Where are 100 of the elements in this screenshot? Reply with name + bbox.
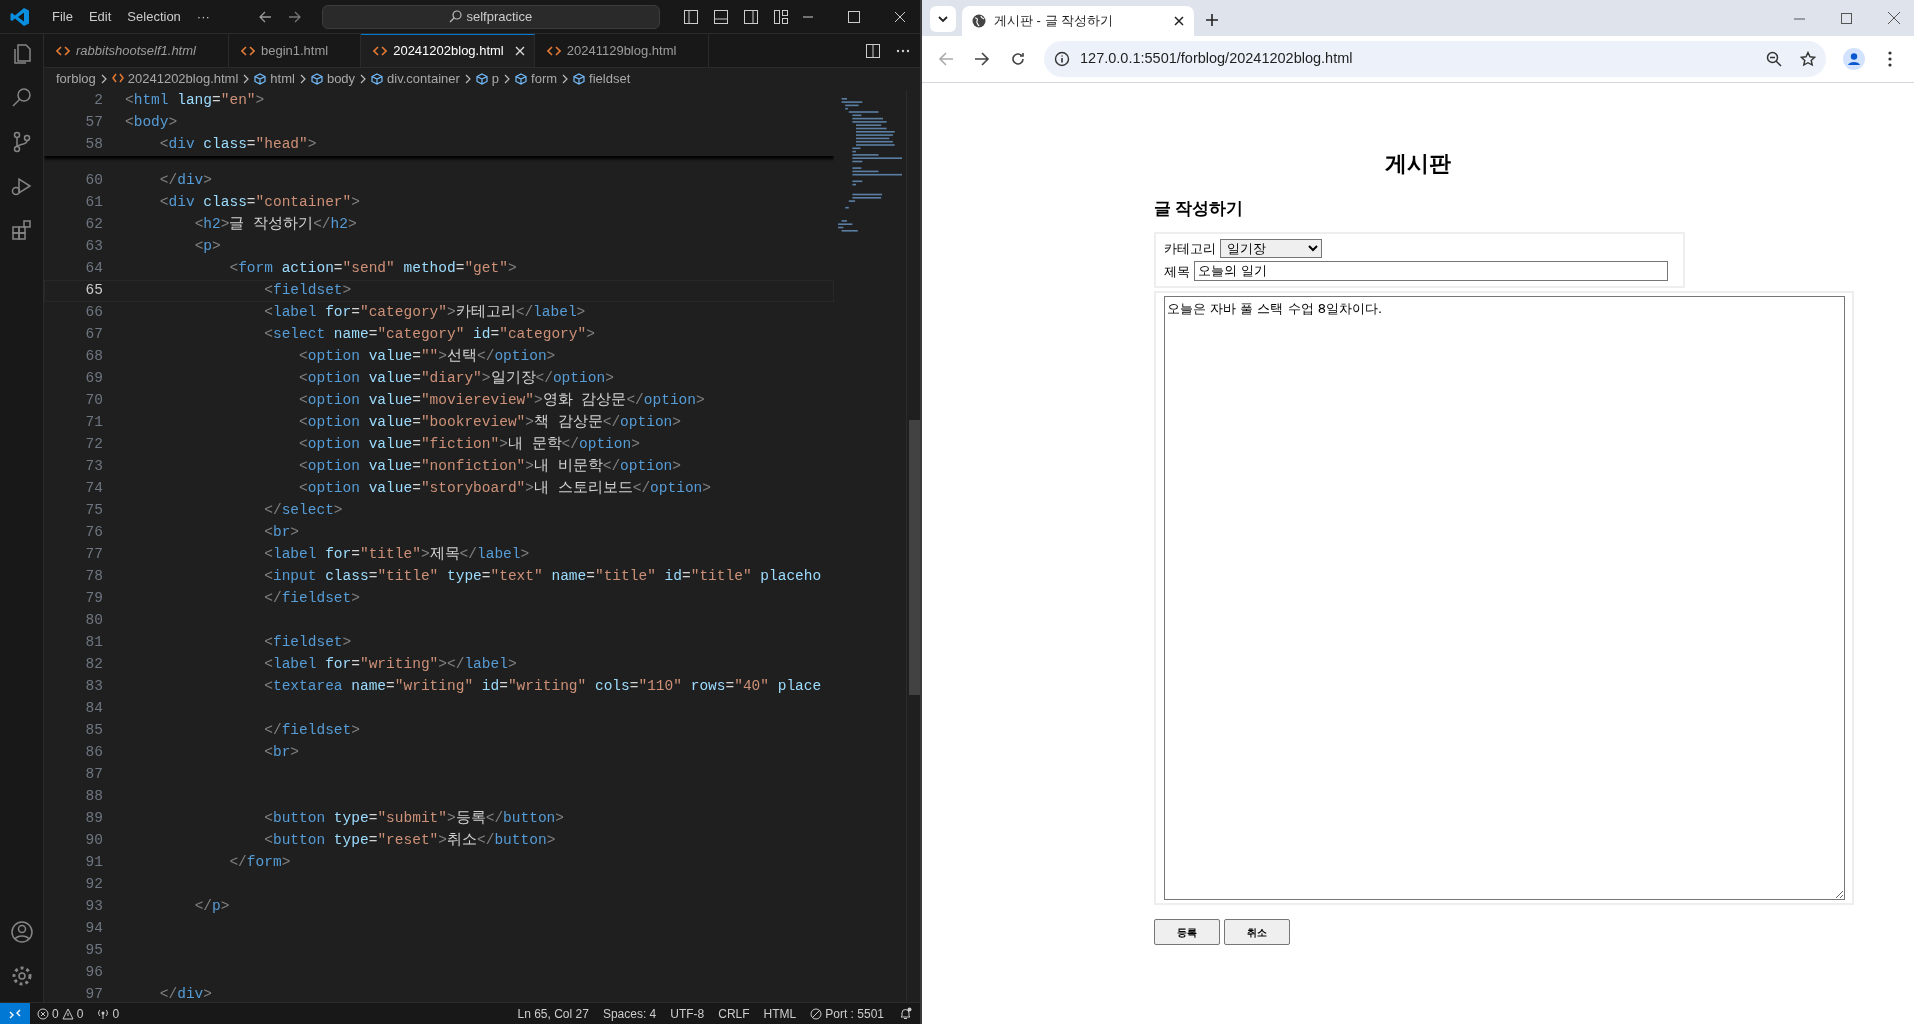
- code-line: </form>: [228, 853, 291, 873]
- line-number: 80: [84, 611, 104, 631]
- globe-icon: [972, 14, 986, 28]
- layout-secondary-sidebar-icon[interactable]: [744, 9, 758, 24]
- menu-item[interactable]: Edit: [80, 6, 120, 27]
- submit-button[interactable]: 등록: [1154, 919, 1220, 946]
- code-line: <label for="title">제목</label>: [263, 545, 530, 565]
- bell-icon[interactable]: [899, 1007, 912, 1020]
- warning-count[interactable]: 0: [76, 1004, 84, 1023]
- error-count[interactable]: 0: [52, 1004, 59, 1023]
- line-number: 93: [84, 897, 104, 917]
- back-arrow-icon[interactable]: [257, 9, 272, 24]
- browser-tab[interactable]: 게시판 - 글 작성하기: [962, 6, 1194, 36]
- line-number: 77: [84, 545, 104, 565]
- encoding-setting[interactable]: UTF-8: [663, 1004, 712, 1023]
- line-number: 97: [84, 985, 104, 1002]
- html-file-icon: [373, 45, 388, 57]
- forward-arrow-icon[interactable]: [974, 51, 990, 67]
- breadcrumb-item[interactable]: p: [491, 69, 500, 89]
- maximize-icon[interactable]: [1841, 12, 1852, 24]
- language-mode[interactable]: HTML: [756, 1004, 804, 1023]
- menu-item[interactable]: ···: [188, 6, 218, 27]
- split-editor-icon[interactable]: [866, 43, 880, 58]
- cube-icon: [371, 73, 384, 85]
- bookmark-star-icon[interactable]: [1800, 51, 1816, 67]
- chevron-down-icon[interactable]: [937, 13, 949, 25]
- line-number: 74: [84, 479, 104, 499]
- section-heading: 글 작성하기: [1154, 199, 1245, 220]
- code-line: </select>: [263, 501, 343, 521]
- account-icon[interactable]: [9, 920, 34, 944]
- breadcrumb-item[interactable]: div.container: [387, 69, 460, 89]
- remote-button[interactable]: [0, 1002, 30, 1024]
- cube-icon: [573, 73, 586, 85]
- line-number: 71: [84, 413, 104, 433]
- customize-layout-icon[interactable]: [774, 9, 788, 24]
- code-line: <fieldset>: [263, 633, 352, 653]
- layout-sidebar-icon[interactable]: [684, 9, 698, 24]
- live-server-port[interactable]: Port : 5501: [825, 1004, 884, 1023]
- code-line: <div class="container">: [158, 193, 360, 213]
- code-line: <button type="submit">등록</button>: [263, 809, 565, 829]
- ports-count[interactable]: 0: [112, 1004, 120, 1023]
- scrollbar-thumb[interactable]: [909, 420, 920, 695]
- writing-textarea[interactable]: 오늘은 자바 풀 스택 수업 8일차이다.: [1164, 296, 1845, 901]
- code-line: <p>: [193, 237, 221, 257]
- breadcrumb-item[interactable]: body: [326, 69, 356, 89]
- breadcrumb-item[interactable]: html: [270, 69, 295, 89]
- code-line: </fieldset>: [263, 721, 360, 741]
- line-number: 92: [84, 875, 104, 895]
- line-number: 61: [84, 193, 104, 213]
- code-line: <input class="title" type="text" name="title" id="title" placeho: [263, 567, 822, 587]
- code-line: <label for="category">카테고리</label>: [263, 303, 586, 323]
- kebab-menu-icon[interactable]: [1888, 51, 1892, 67]
- line-number: 95: [84, 941, 104, 961]
- code-line: <br>: [263, 743, 300, 763]
- code-line: <br>: [263, 523, 300, 543]
- breadcrumb-item[interactable]: 20241202blog.html: [127, 69, 239, 89]
- cube-icon: [515, 73, 528, 85]
- line-number: 76: [84, 523, 104, 543]
- editor-tab[interactable]: 20241202blog.html: [361, 34, 535, 67]
- zoom-out-icon[interactable]: [1766, 51, 1782, 67]
- address-bar[interactable]: 127.0.0.1:5501/forblog/20241202blog.html: [1044, 41, 1826, 77]
- close-icon[interactable]: [1174, 16, 1184, 26]
- layout-panel-icon[interactable]: [714, 9, 728, 24]
- cursor-position[interactable]: Ln 65, Col 27: [510, 1004, 596, 1023]
- new-tab-plus-icon[interactable]: [1206, 14, 1218, 26]
- warning-icon: [61, 1007, 74, 1020]
- info-icon[interactable]: [1054, 51, 1070, 67]
- code-line: <body>: [125, 113, 178, 133]
- indentation-setting[interactable]: Spaces: 4: [595, 1004, 664, 1023]
- vscode-logo-icon: [10, 6, 30, 27]
- html-file-icon: [546, 45, 561, 57]
- forward-arrow-icon[interactable]: [287, 9, 302, 24]
- line-number: 2: [93, 91, 104, 111]
- code-line: <textarea name="writing" id="writing" cols="110" rows="40" place: [263, 677, 822, 697]
- title-input[interactable]: 오늘의 일기: [1194, 261, 1668, 282]
- profile-avatar-icon[interactable]: [1843, 48, 1865, 70]
- html-file-icon: [240, 45, 255, 57]
- code-line: </div>: [158, 171, 213, 191]
- close-icon[interactable]: [513, 45, 526, 57]
- cube-icon: [254, 73, 267, 85]
- blocked-circle-icon: [810, 1007, 823, 1020]
- breadcrumb-item[interactable]: form: [531, 69, 558, 89]
- code-line: <option value="storyboard">내 스토리보드</option>: [298, 479, 712, 499]
- reload-icon[interactable]: [1010, 51, 1026, 67]
- category-select[interactable]: 일기장: [1220, 239, 1322, 259]
- extensions-icon[interactable]: [9, 218, 34, 242]
- menu-item[interactable]: Selection: [119, 6, 189, 27]
- page-heading: 게시판: [1384, 151, 1452, 178]
- line-number: 69: [84, 369, 104, 389]
- line-number: 65: [84, 281, 104, 301]
- line-number: 66: [84, 303, 104, 323]
- chevron-right-icon: [99, 74, 108, 84]
- command-search-field[interactable]: selfpractice: [321, 4, 660, 29]
- code-line: <form action="send" method="get">: [228, 259, 517, 279]
- menu-item[interactable]: File: [44, 6, 81, 27]
- breadcrumb-item[interactable]: forblog: [56, 69, 96, 89]
- reset-button[interactable]: 취소: [1224, 919, 1290, 946]
- line-ending-setting[interactable]: CRLF: [711, 1004, 757, 1023]
- cube-icon: [310, 73, 323, 85]
- breadcrumb-item[interactable]: fieldset: [589, 69, 631, 89]
